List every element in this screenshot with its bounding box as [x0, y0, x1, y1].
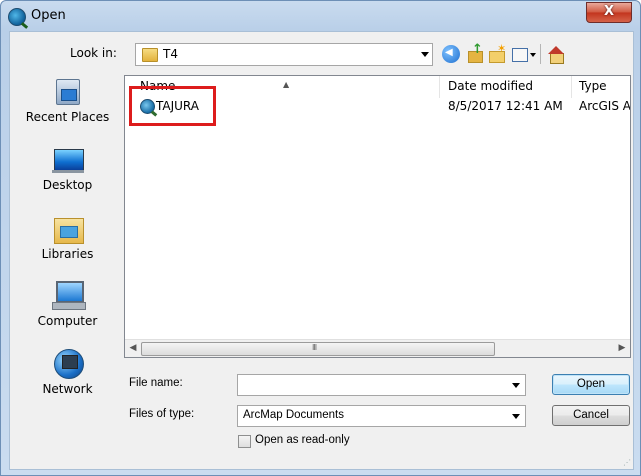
computer-icon — [52, 279, 86, 311]
place-desktop[interactable]: Desktop — [12, 143, 123, 207]
back-icon[interactable] — [442, 45, 460, 63]
recent-places-icon — [52, 75, 84, 107]
column-header-type[interactable]: Type — [579, 79, 607, 96]
close-button[interactable]: X — [586, 2, 632, 23]
chevron-down-icon[interactable] — [512, 414, 520, 419]
open-button[interactable]: Open — [552, 374, 630, 395]
column-divider[interactable] — [439, 76, 440, 98]
place-recent-places[interactable]: Recent Places — [12, 75, 123, 139]
new-folder-icon[interactable] — [488, 42, 506, 63]
arcgis-app-icon — [8, 8, 26, 26]
files-of-type-dropdown[interactable]: ArcMap Documents — [237, 405, 526, 427]
place-label: Recent Places — [25, 110, 110, 124]
file-list[interactable]: Name ▲ Date modified Type TAJURA 8/5/201… — [124, 75, 631, 358]
sort-ascending-icon: ▲ — [283, 80, 290, 89]
file-type: ArcGIS Arc — [579, 99, 630, 113]
read-only-checkbox[interactable] — [238, 435, 251, 448]
place-computer[interactable]: Computer — [12, 279, 123, 343]
file-name-field[interactable] — [237, 374, 526, 396]
highlight-annotation — [129, 86, 216, 126]
title-bar: Open X — [1, 1, 640, 31]
column-header-date[interactable]: Date modified — [448, 79, 533, 96]
dialog-title: Open — [31, 8, 66, 23]
file-row[interactable]: TAJURA 8/5/2017 12:41 AM ArcGIS Arc — [125, 86, 630, 126]
places-bar: Recent Places Desktop Libraries Computer… — [12, 75, 123, 445]
open-dialog: Open X Look in: T4 Recent Places Desktop — [0, 0, 641, 476]
place-libraries[interactable]: Libraries — [12, 212, 123, 276]
up-one-level-icon[interactable] — [466, 42, 484, 63]
place-label: Network — [42, 382, 93, 396]
libraries-icon — [52, 212, 84, 244]
dialog-body: Look in: T4 Recent Places Desktop Librar… — [9, 31, 634, 470]
place-label: Desktop — [42, 178, 93, 192]
folder-icon — [142, 48, 158, 62]
look-in-label: Look in: — [70, 46, 117, 60]
resize-grip-icon[interactable]: ⋰ — [623, 458, 631, 467]
scroll-right-icon[interactable]: ▶ — [616, 342, 628, 355]
scrollbar-thumb[interactable]: III — [141, 342, 495, 356]
network-icon — [52, 347, 84, 379]
column-divider[interactable] — [571, 76, 572, 98]
home-icon[interactable] — [547, 45, 565, 64]
horizontal-scrollbar[interactable]: ◀ III ▶ — [125, 339, 630, 357]
files-of-type-value: ArcMap Documents — [243, 409, 344, 421]
place-label: Computer — [37, 314, 98, 328]
chevron-down-icon[interactable] — [512, 383, 520, 388]
read-only-label: Open as read-only — [255, 434, 350, 446]
scroll-left-icon[interactable]: ◀ — [127, 342, 139, 355]
cancel-button[interactable]: Cancel — [552, 405, 630, 426]
look-in-dropdown[interactable]: T4 — [135, 43, 433, 66]
views-menu-icon[interactable] — [512, 45, 538, 63]
files-of-type-label: Files of type: — [129, 408, 195, 420]
file-name-label: File name: — [129, 377, 183, 389]
desktop-icon — [52, 143, 84, 175]
chevron-down-icon[interactable] — [421, 52, 429, 57]
file-date: 8/5/2017 12:41 AM — [448, 99, 563, 113]
place-label: Libraries — [41, 247, 94, 261]
look-in-value: T4 — [163, 47, 178, 61]
scroll-grip: III — [312, 343, 317, 352]
place-network[interactable]: Network — [12, 347, 123, 411]
toolbar-separator — [540, 44, 541, 64]
